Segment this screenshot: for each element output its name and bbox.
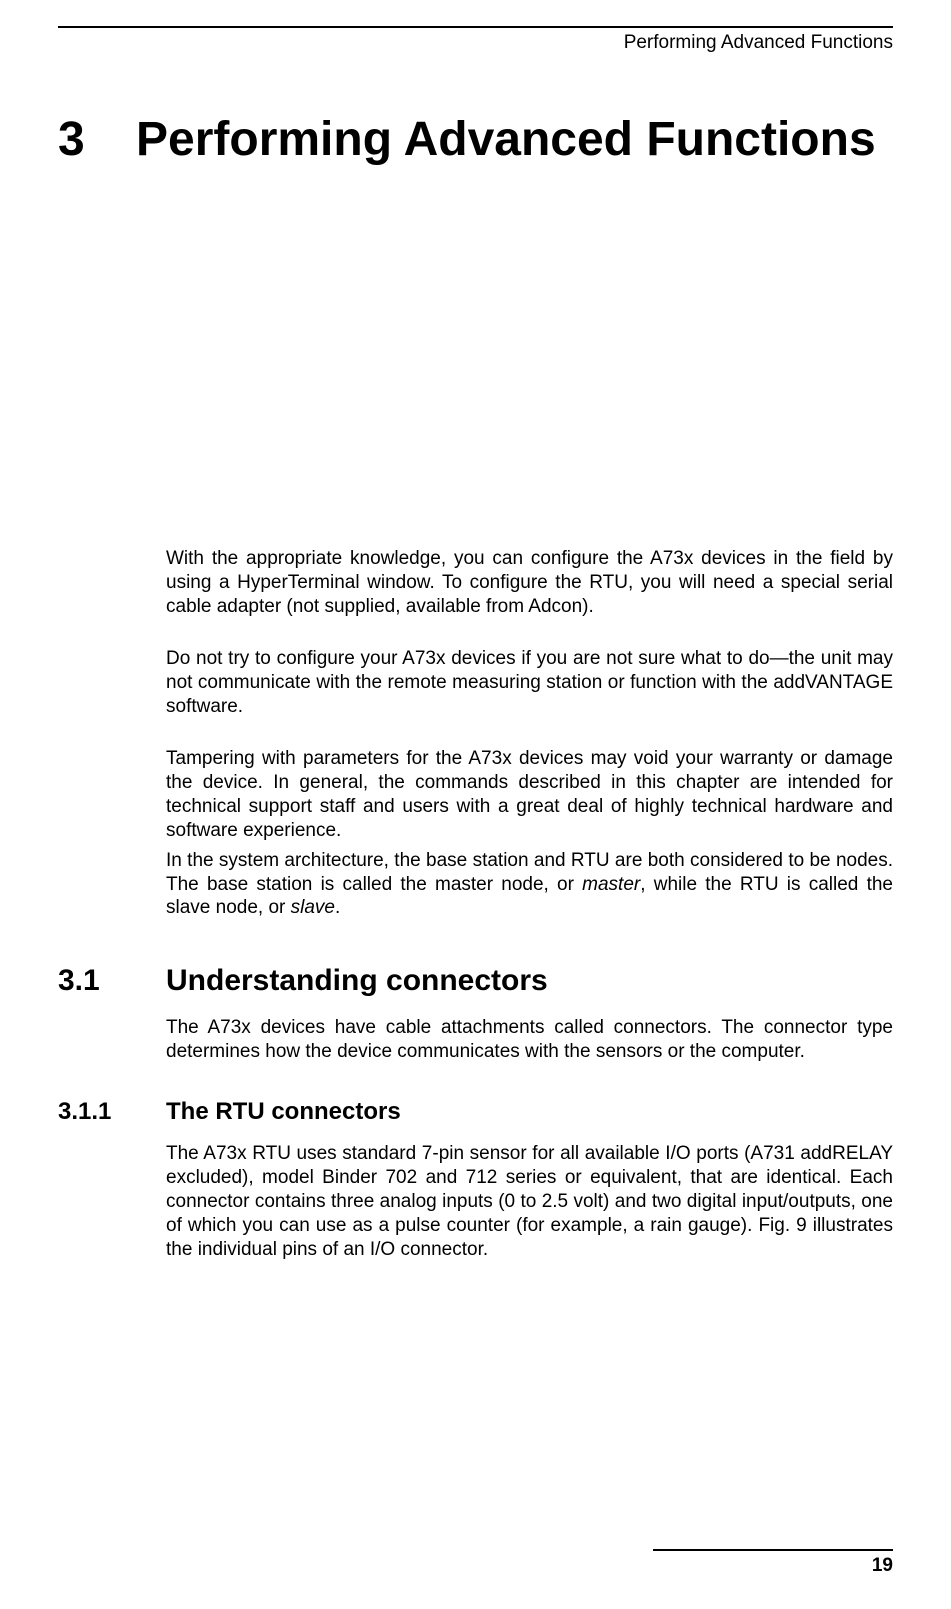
subsection-title: The RTU connectors — [166, 1098, 401, 1126]
subsection-heading: 3.1.1 The RTU connectors — [58, 1098, 893, 1126]
italic-text: slave — [291, 897, 335, 918]
subsection-number: 3.1.1 — [58, 1098, 166, 1126]
paragraph: Do not try to configure your A73x device… — [166, 647, 893, 719]
paragraph: In the system architecture, the base sta… — [166, 849, 893, 921]
body-block-intro: With the appropriate knowledge, you can … — [166, 547, 893, 920]
paragraph: With the appropriate knowledge, you can … — [166, 547, 893, 619]
paragraph: Tampering with parameters for the A73x d… — [166, 747, 893, 843]
chapter-number: 3 — [58, 112, 136, 167]
page: Performing Advanced Functions 3 Performi… — [0, 26, 951, 1609]
section-heading: 3.1 Understanding connectors — [58, 964, 893, 998]
paragraph: The A73x RTU uses standard 7-pin sensor … — [166, 1142, 893, 1262]
text-span: . — [335, 897, 340, 918]
italic-text: master — [582, 874, 640, 895]
footer: 19 — [653, 1549, 893, 1577]
running-header: Performing Advanced Functions — [58, 28, 893, 60]
chapter-heading: 3 Performing Advanced Functions — [58, 112, 893, 167]
vertical-gap — [58, 167, 893, 547]
chapter-title: Performing Advanced Functions — [136, 112, 876, 167]
section-number: 3.1 — [58, 964, 166, 998]
body-block-subsection: The A73x RTU uses standard 7-pin sensor … — [166, 1142, 893, 1262]
section-title: Understanding connectors — [166, 964, 548, 998]
paragraph: The A73x devices have cable attachments … — [166, 1016, 893, 1064]
page-number: 19 — [653, 1555, 893, 1577]
body-block-section: The A73x devices have cable attachments … — [166, 1016, 893, 1064]
footer-rule — [653, 1549, 893, 1551]
